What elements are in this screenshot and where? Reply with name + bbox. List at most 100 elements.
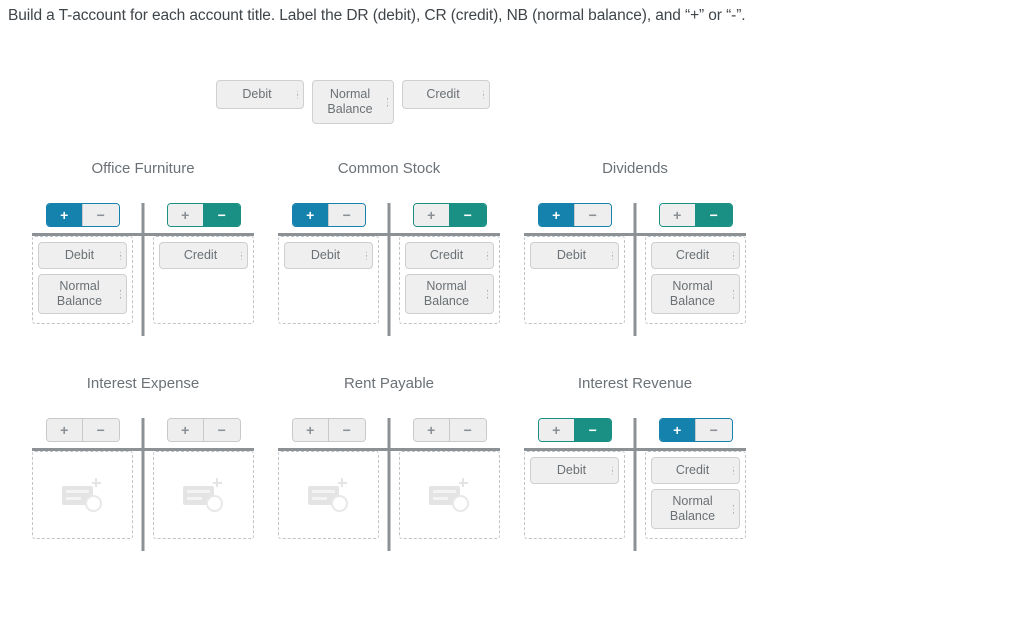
debit-side: + − [32, 418, 133, 539]
drag-handle-icon[interactable] [732, 251, 734, 260]
debit-minus-button[interactable]: − [82, 419, 119, 441]
token[interactable]: Credit [651, 457, 740, 484]
token-label: Debit [556, 463, 587, 477]
credit-plus-button[interactable]: + [659, 419, 695, 441]
t-vertical-divider [387, 418, 391, 551]
credit-dropzone[interactable] [399, 451, 500, 539]
debit-side: + − Debit [278, 203, 379, 324]
credit-dropzone[interactable]: Credit Normal Balance [645, 451, 746, 539]
drag-handle-icon[interactable] [240, 251, 242, 260]
debit-dropzone[interactable] [278, 451, 379, 539]
account-title: Interest Expense [86, 375, 200, 392]
credit-sign-toggle[interactable]: + − [658, 203, 733, 227]
debit-dropzone[interactable]: Debit [278, 236, 379, 324]
credit-side: + − [399, 418, 500, 539]
token[interactable]: Debit [38, 242, 127, 269]
token[interactable]: Credit [402, 80, 490, 109]
credit-side: + − Credit Normal Balance [645, 418, 746, 539]
credit-sign-toggle[interactable]: + − [166, 203, 241, 227]
debit-minus-button[interactable]: − [574, 204, 611, 226]
t-account: Rent Payable + − + − [266, 375, 512, 551]
token[interactable]: Debit [530, 457, 619, 484]
credit-sign-toggle[interactable]: + − [412, 203, 487, 227]
token[interactable]: Debit [530, 242, 619, 269]
credit-plus-button[interactable]: + [413, 419, 449, 441]
token-label: Normal Balance [423, 279, 470, 308]
debit-minus-button[interactable]: − [574, 419, 611, 441]
debit-sign-toggle[interactable]: + − [45, 203, 120, 227]
drag-handle-icon[interactable] [732, 466, 734, 475]
credit-dropzone[interactable]: Credit [153, 236, 254, 324]
debit-plus-button[interactable]: + [292, 419, 328, 441]
debit-sign-toggle[interactable]: + − [45, 418, 120, 442]
debit-dropzone[interactable]: Debit [524, 451, 625, 539]
drag-handle-icon[interactable] [611, 251, 613, 260]
credit-minus-button[interactable]: − [203, 204, 240, 226]
t-shape: + − Debit + − Credit Normal Balance [512, 418, 758, 551]
credit-minus-button[interactable]: − [449, 419, 486, 441]
drag-handle-icon[interactable] [732, 504, 734, 514]
debit-sign-toggle[interactable]: + − [291, 203, 366, 227]
t-sides: + − + − [278, 418, 500, 551]
debit-plus-button[interactable]: + [46, 419, 82, 441]
credit-dropzone[interactable] [153, 451, 254, 539]
debit-plus-button[interactable]: + [46, 204, 82, 226]
debit-dropzone[interactable] [32, 451, 133, 539]
t-account: Dividends + − Debit + − Credit Normal Balance [512, 160, 758, 336]
debit-dropzone[interactable]: Debit Normal Balance [32, 236, 133, 324]
token[interactable]: Normal Balance [405, 274, 494, 314]
credit-plus-button[interactable]: + [167, 204, 203, 226]
t-account: Office Furniture + − Debit Normal Balance + − Cr… [20, 160, 266, 336]
token[interactable]: Credit [405, 242, 494, 269]
debit-minus-button[interactable]: − [82, 204, 119, 226]
token-label: Credit [429, 248, 464, 262]
debit-sign-toggle[interactable]: + − [291, 418, 366, 442]
drag-handle-icon[interactable] [486, 251, 488, 260]
token[interactable]: Normal Balance [312, 80, 394, 124]
token[interactable]: Normal Balance [38, 274, 127, 314]
drag-handle-icon[interactable] [119, 289, 121, 299]
debit-sign-toggle[interactable]: + − [537, 418, 612, 442]
credit-sign-toggle[interactable]: + − [658, 418, 733, 442]
drag-handle-icon[interactable] [732, 289, 734, 299]
credit-plus-button[interactable]: + [167, 419, 203, 441]
drag-handle-icon[interactable] [386, 97, 388, 107]
token-label: Credit [426, 87, 460, 101]
drag-handle-icon[interactable] [486, 289, 488, 299]
credit-minus-button[interactable]: − [695, 419, 732, 441]
credit-minus-button[interactable]: − [695, 204, 732, 226]
drag-handle-icon[interactable] [482, 90, 484, 99]
drag-handle-icon[interactable] [296, 90, 298, 99]
t-sides: + − + − [32, 418, 254, 551]
credit-plus-button[interactable]: + [413, 204, 449, 226]
credit-dropzone[interactable]: Credit Normal Balance [399, 236, 500, 324]
token[interactable]: Credit [651, 242, 740, 269]
credit-minus-button[interactable]: − [203, 419, 240, 441]
debit-dropzone[interactable]: Debit [524, 236, 625, 324]
drag-handle-icon[interactable] [611, 466, 613, 475]
debit-plus-button[interactable]: + [538, 419, 574, 441]
credit-side: + − Credit [153, 203, 254, 324]
token[interactable]: Normal Balance [651, 274, 740, 314]
credit-plus-button[interactable]: + [659, 204, 695, 226]
token-label: Normal Balance [327, 87, 373, 116]
debit-sign-toggle[interactable]: + − [537, 203, 612, 227]
credit-minus-button[interactable]: − [449, 204, 486, 226]
token[interactable]: Debit [284, 242, 373, 269]
drag-handle-icon[interactable] [119, 251, 121, 260]
credit-sign-toggle[interactable]: + − [412, 418, 487, 442]
debit-plus-button[interactable]: + [292, 204, 328, 226]
debit-side: + − Debit [524, 203, 625, 324]
credit-sign-toggle[interactable]: + − [166, 418, 241, 442]
token[interactable]: Normal Balance [651, 489, 740, 529]
token-bank: Debit Normal Balance Credit [216, 80, 490, 124]
debit-minus-button[interactable]: − [328, 204, 365, 226]
credit-dropzone[interactable]: Credit Normal Balance [645, 236, 746, 324]
add-token-placeholder-icon [307, 478, 350, 512]
token[interactable]: Credit [159, 242, 248, 269]
token[interactable]: Debit [216, 80, 304, 109]
debit-plus-button[interactable]: + [538, 204, 574, 226]
drag-handle-icon[interactable] [365, 251, 367, 260]
t-shape: + − Debit + − Credit Normal Balance [266, 203, 512, 336]
debit-minus-button[interactable]: − [328, 419, 365, 441]
